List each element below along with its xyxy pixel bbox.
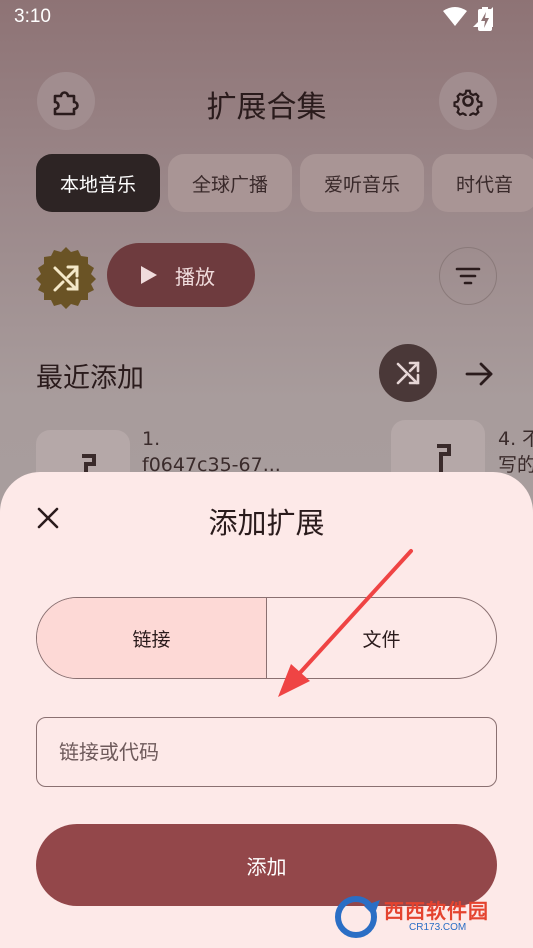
shuffle-icon <box>396 361 420 385</box>
recent-section-title: 最近添加 <box>36 363 144 394</box>
tab-file[interactable]: 文件 <box>267 598 496 678</box>
play-icon <box>141 266 157 284</box>
chip-era-music[interactable]: 时代音 <box>432 154 533 212</box>
status-time: 3:10 <box>14 6 51 27</box>
category-chips: 本地音乐 全球广播 爱听音乐 时代音 <box>36 154 533 212</box>
wifi-icon <box>443 7 467 26</box>
watermark-brand: 西西软件园 <box>384 899 489 923</box>
source-type-toggle: 链接 文件 <box>36 597 497 679</box>
shuffle-all-button[interactable] <box>34 246 98 310</box>
arrow-right-icon[interactable] <box>462 357 496 391</box>
gear-icon <box>453 89 483 116</box>
recent-shuffle-button[interactable] <box>379 344 437 402</box>
link-or-code-input[interactable] <box>36 717 497 787</box>
chip-local-music[interactable]: 本地音乐 <box>36 154 161 212</box>
play-button[interactable]: 播放 <box>107 243 255 307</box>
tab-link[interactable]: 链接 <box>37 598 267 678</box>
sort-button[interactable] <box>439 247 497 305</box>
chip-aiting-music[interactable]: 爱听音乐 <box>300 154 425 212</box>
track-title[interactable]: 4. 不 写的 <box>498 426 533 474</box>
watermark-emblem <box>335 896 380 938</box>
watermark-logo: 西西软件园 CR173.COM <box>334 894 514 940</box>
chip-global-radio[interactable]: 全球广播 <box>168 154 293 212</box>
sort-icon <box>455 267 481 285</box>
dialog-title: 添加扩展 <box>208 506 325 540</box>
status-bar: 3:10 <box>0 0 533 38</box>
play-label: 播放 <box>175 264 215 289</box>
battery-charging-icon <box>478 7 492 31</box>
watermark-url: CR173.COM <box>409 922 467 933</box>
settings-button[interactable] <box>439 72 497 130</box>
track-title[interactable]: 1. f0647c35-67... <box>142 426 302 474</box>
